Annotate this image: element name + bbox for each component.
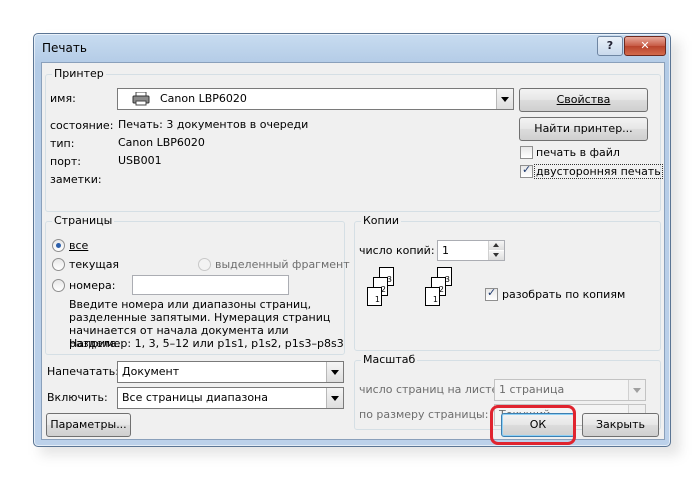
collate-checkbox[interactable] <box>485 286 498 301</box>
collate-illustration-1: 3 2 1 <box>361 267 401 319</box>
include-select[interactable]: Все страницы диапазона <box>117 387 344 409</box>
help-button[interactable]: ? <box>597 36 623 56</box>
print-what-label: Напечатать: <box>47 365 119 378</box>
close-button[interactable]: Закрыть <box>582 413 659 437</box>
print-to-file-checkbox[interactable] <box>520 146 533 159</box>
dialog-body: Принтер имя: Canon LBP6020 состояние: Пе… <box>41 62 665 440</box>
duplex-checkbox[interactable] <box>520 163 533 178</box>
copies-spinner[interactable] <box>488 241 504 260</box>
copies-group: Копии число копий: 1 3 2 1 3 2 1 ✓ разоб… <box>354 214 661 351</box>
copies-count-value: 1 <box>442 244 449 257</box>
pages-group-label: Страницы <box>52 214 115 227</box>
chevron-down-icon[interactable] <box>628 380 645 400</box>
copies-group-label: Копии <box>361 214 402 227</box>
pages-per-sheet-select[interactable]: 1 страница <box>494 379 646 401</box>
include-value: Все страницы диапазона <box>122 391 268 404</box>
printer-port-value: USB001 <box>118 154 162 167</box>
page-number: 1 <box>374 295 380 304</box>
pages-selection-label[interactable]: выделенный фрагмент <box>215 258 350 271</box>
collate-illustration-2: 3 2 1 <box>419 267 459 319</box>
page-number: 1 <box>432 295 438 304</box>
dialog-title: Печать <box>42 41 87 55</box>
printer-name-select[interactable]: Canon LBP6020 <box>117 88 514 110</box>
pages-all-label[interactable]: все <box>69 239 88 252</box>
pages-numbers-label[interactable]: номера: <box>69 279 115 292</box>
printer-name-label: имя: <box>50 92 76 105</box>
find-printer-button-label: Найти принтер... <box>534 122 633 135</box>
options-button[interactable]: Параметры... <box>46 413 131 437</box>
chevron-down-icon[interactable] <box>326 362 343 382</box>
printer-group-label: Принтер <box>52 67 106 80</box>
print-to-file-label[interactable]: печать в файл <box>536 146 620 159</box>
page-range-example: Например: 1, 3, 5–12 или p1s1, p1s2, p1s… <box>69 337 344 350</box>
copies-count-label: число копий: <box>359 244 435 257</box>
pages-all-radio[interactable] <box>52 239 65 252</box>
properties-button-label: Свойства <box>556 93 611 106</box>
title-bar[interactable]: Печать ? ✕ <box>34 34 670 62</box>
printer-status-value: Печать: 3 документов в очереди <box>118 118 309 131</box>
ok-highlight-annotation <box>490 405 576 445</box>
pages-selection-radio[interactable] <box>198 258 211 271</box>
pages-current-label[interactable]: текущая <box>69 258 119 271</box>
pages-group: Страницы все текущая выделенный фрагмент… <box>45 214 350 355</box>
pages-current-radio[interactable] <box>52 258 65 271</box>
spin-up-icon[interactable] <box>489 241 504 250</box>
duplex-label[interactable]: двусторонняя печать <box>534 164 663 179</box>
printer-icon <box>132 92 150 106</box>
printer-type-label: тип: <box>50 137 75 150</box>
close-window-button[interactable]: ✕ <box>624 36 666 56</box>
close-icon: ✕ <box>640 39 650 52</box>
printer-status-label: состояние: <box>50 119 114 132</box>
include-label: Включить: <box>47 391 108 404</box>
print-what-select[interactable]: Документ <box>117 361 344 383</box>
printer-notes-label: заметки: <box>50 173 102 186</box>
scale-to-paper-label: по размеру страницы: <box>359 408 489 421</box>
close-button-label: Закрыть <box>596 418 645 431</box>
pages-per-sheet-value: 1 страница <box>499 383 565 396</box>
help-icon: ? <box>606 39 614 52</box>
print-dialog: Печать ? ✕ Принтер имя: Canon LBP6020 со… <box>33 33 671 447</box>
properties-button[interactable]: Свойства <box>519 88 648 112</box>
page-numbers-input[interactable] <box>132 275 289 295</box>
pages-numbers-radio[interactable] <box>52 279 65 292</box>
printer-name-value: Canon LBP6020 <box>160 92 247 105</box>
chevron-down-icon[interactable] <box>326 388 343 408</box>
page-icon: 1 <box>425 287 440 306</box>
chevron-down-icon[interactable] <box>496 89 513 109</box>
printer-type-value: Canon LBP6020 <box>118 136 205 149</box>
print-what-value: Документ <box>122 365 180 378</box>
find-printer-button[interactable]: Найти принтер... <box>519 117 648 141</box>
page-icon: 1 <box>367 287 382 306</box>
options-button-label: Параметры... <box>50 418 127 431</box>
spin-down-icon[interactable] <box>489 251 504 260</box>
zoom-group-label: Масштаб <box>361 353 418 366</box>
printer-group: Принтер имя: Canon LBP6020 состояние: Пе… <box>45 67 663 212</box>
printer-port-label: порт: <box>50 155 82 168</box>
copies-count-input[interactable]: 1 <box>437 240 505 261</box>
collate-label[interactable]: разобрать по копиям <box>502 288 625 301</box>
pages-per-sheet-label: число страниц на листе: <box>359 383 502 396</box>
